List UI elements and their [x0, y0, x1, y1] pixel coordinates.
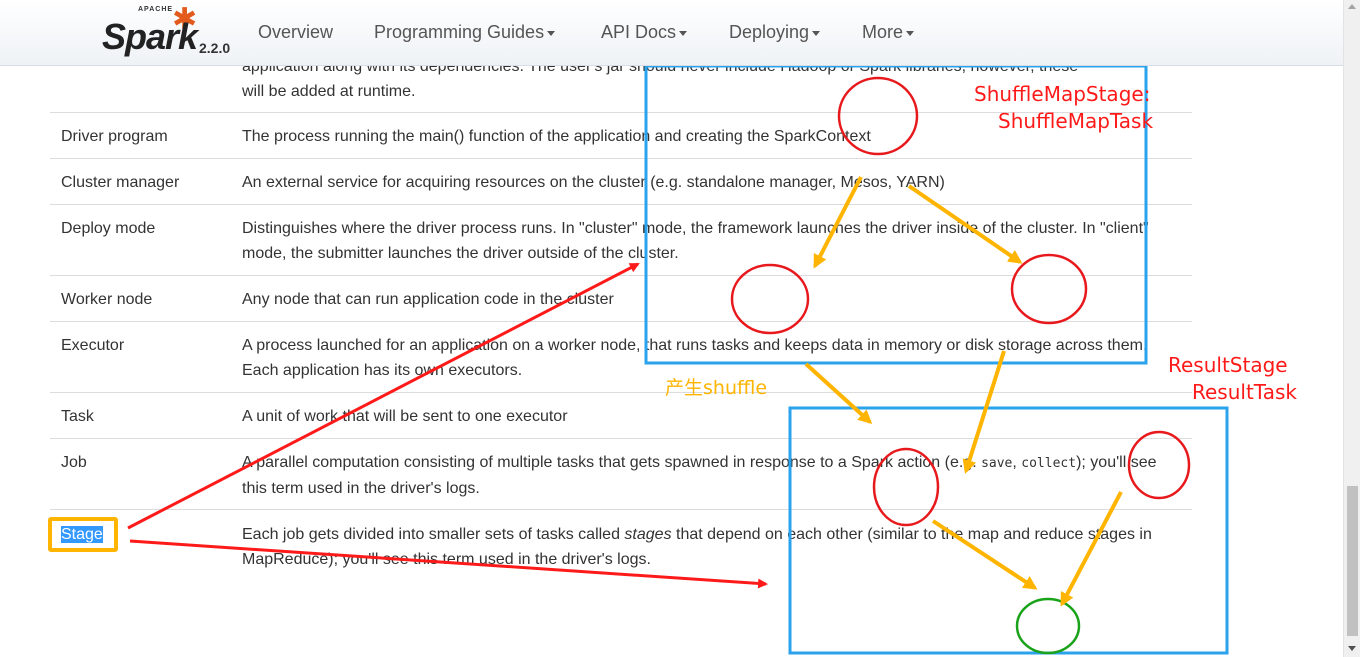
nav-overview[interactable]: Overview: [258, 22, 333, 43]
term-deploy-mode: Deploy mode: [61, 220, 156, 237]
row-divider: [50, 392, 1192, 393]
label-result-task: ResultTask: [1192, 380, 1297, 404]
nav-programming-guides[interactable]: Programming Guides: [374, 22, 556, 43]
spark-logo[interactable]: APACHE ✱ Spark 2.2.0: [100, 3, 240, 60]
scroll-down-arrow-icon[interactable]: [1348, 646, 1356, 651]
caret-down-icon: [547, 30, 556, 36]
logo-apache-text: APACHE: [138, 6, 174, 13]
desc-worker-node: Any node that can run application code i…: [242, 291, 614, 308]
nav-deploying[interactable]: Deploying: [729, 22, 821, 43]
label-shuffle-map-task: ShuffleMapTask: [998, 109, 1154, 133]
scroll-up-arrow-icon[interactable]: [1348, 4, 1356, 9]
desc-job: A parallel computation consisting of mul…: [242, 450, 1182, 501]
nav-api-docs[interactable]: API Docs: [601, 22, 688, 43]
term-task: Task: [61, 408, 94, 425]
row-divider: [50, 509, 1192, 510]
logo-spark-text: Spark: [102, 16, 198, 57]
caret-down-icon: [679, 30, 688, 36]
desc-cluster-manager: An external service for acquiring resour…: [242, 174, 945, 191]
row-divider: [50, 275, 1192, 276]
desc-deploy-mode: Distinguishes where the driver process r…: [242, 220, 1149, 262]
caret-down-icon: [812, 30, 821, 36]
row-divider: [50, 321, 1192, 322]
label-shuffle-note: 产生shuffle: [665, 377, 768, 399]
label-result-stage: ResultStage: [1168, 353, 1288, 377]
code-save: save: [981, 456, 1013, 471]
scroll-thumb[interactable]: [1347, 486, 1358, 636]
desc-task: A unit of work that will be sent to one …: [242, 408, 568, 425]
version-label: 2.2.0: [199, 40, 231, 56]
caret-down-icon: [906, 30, 915, 36]
desc-job-sep: ,: [1012, 454, 1022, 471]
term-driver-program: Driver program: [61, 128, 168, 145]
label-shuffle-map-stage: ShuffleMapStage:: [974, 82, 1151, 106]
desc-stage-text: Each job gets divided into smaller sets …: [242, 526, 625, 543]
top-navbar: APACHE ✱ Spark 2.2.0 Overview Programmin…: [0, 0, 1343, 66]
stage-highlight-box: [48, 517, 118, 552]
nav-more[interactable]: More: [862, 22, 915, 43]
term-job: Job: [61, 454, 87, 471]
desc-stage-em: stages: [624, 526, 672, 543]
code-collect: collect: [1021, 456, 1077, 471]
row-divider: [50, 438, 1192, 439]
term-worker-node: Worker node: [61, 291, 153, 308]
desc-job-text: A parallel computation consisting of mul…: [242, 454, 982, 471]
row-desc-partial-line2: will be added at runtime.: [242, 83, 416, 100]
term-cluster-manager: Cluster manager: [61, 174, 180, 191]
vertical-scrollbar[interactable]: [1343, 0, 1360, 657]
row-divider: [50, 204, 1192, 205]
row-divider: [50, 158, 1192, 159]
desc-stage: Each job gets divided into smaller sets …: [242, 522, 1182, 572]
term-executor: Executor: [61, 337, 125, 354]
